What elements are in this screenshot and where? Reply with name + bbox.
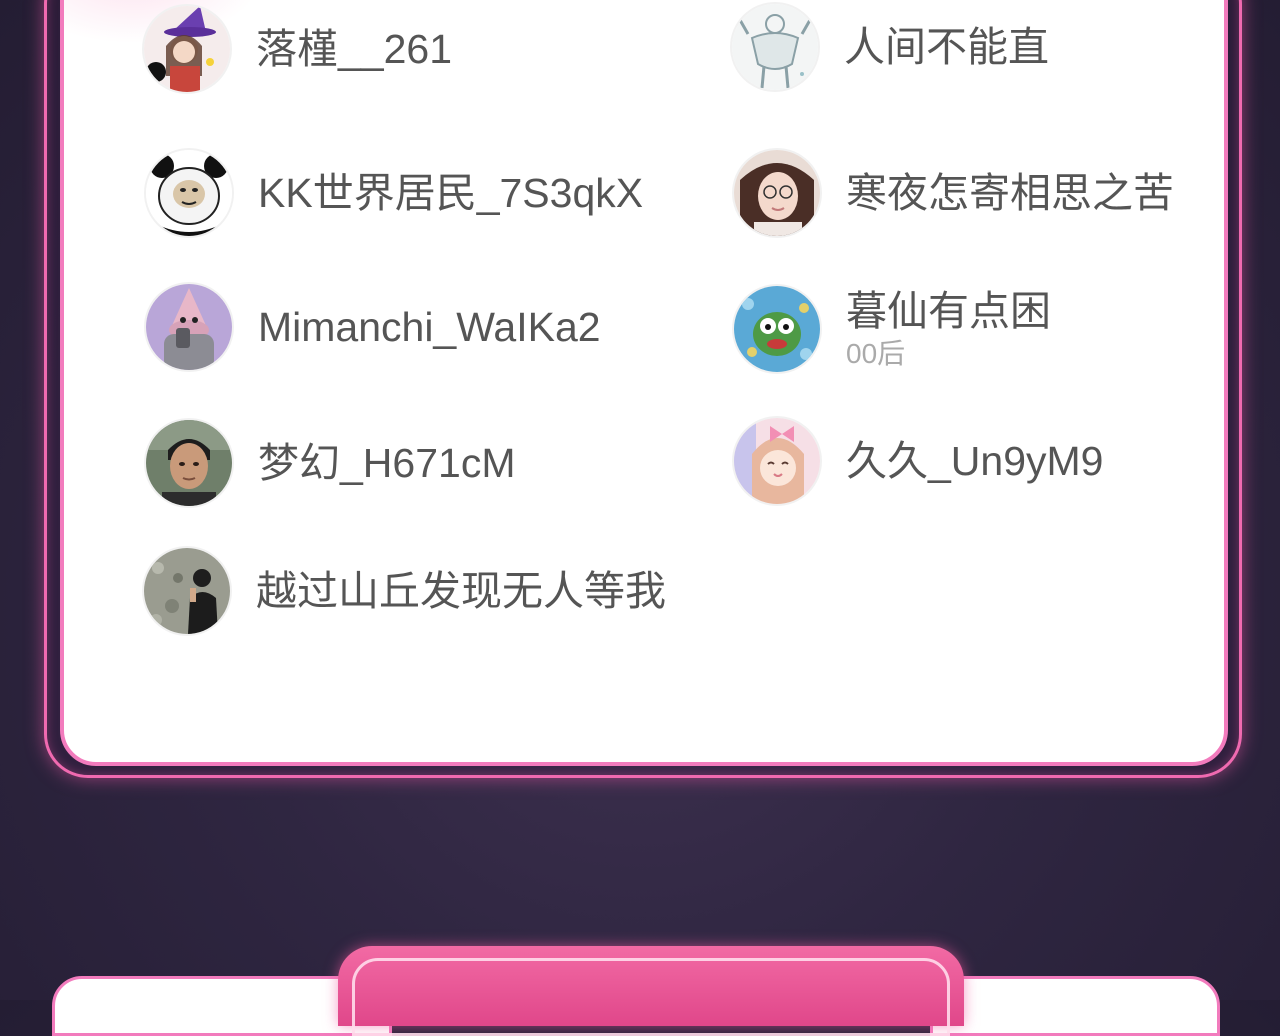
rocks-person-avatar-icon: [144, 548, 230, 634]
member-name: 落槿__261: [256, 26, 453, 72]
member-name: 久久_Un9yM9: [846, 438, 1104, 484]
member-item[interactable]: Mimanchi_WaIKa2: [146, 284, 601, 370]
member-item[interactable]: 梦幻_H671cM: [146, 420, 515, 506]
member-item[interactable]: 落槿__261: [144, 6, 452, 92]
member-age-tag: 00后: [846, 338, 906, 369]
section-title-tab: [338, 946, 964, 1036]
purple-cartoon-avatar-icon: [146, 284, 232, 370]
member-name: 越过山丘发现无人等我: [256, 568, 666, 614]
member-item[interactable]: 寒夜怎寄相思之苦: [734, 150, 1174, 236]
girl-glasses-avatar-icon: [734, 150, 820, 236]
bottom-panel-right: [930, 976, 1220, 1036]
anime-girl-avatar-icon: [734, 418, 820, 504]
member-item[interactable]: 越过山丘发现无人等我: [144, 548, 666, 634]
member-item[interactable]: 久久_Un9yM9: [734, 418, 1103, 504]
muscle-sketch-avatar-icon: [732, 4, 818, 90]
member-name: 梦幻_H671cM: [258, 440, 516, 486]
green-frog-avatar-icon: [734, 286, 820, 372]
man-portrait-avatar-icon: [146, 420, 232, 506]
member-name: KK世界居民_7S3qkX: [258, 170, 644, 216]
panda-meme-avatar-icon: [146, 150, 232, 236]
section-title-tab-border: [352, 958, 950, 1036]
member-item[interactable]: 人间不能直: [732, 4, 1049, 90]
member-card: [60, 0, 1228, 766]
member-name: 人间不能直: [844, 24, 1049, 70]
member-item[interactable]: KK世界居民_7S3qkX: [146, 150, 643, 236]
member-name: Mimanchi_WaIKa2: [258, 304, 601, 350]
member-name: 寒夜怎寄相思之苦: [846, 170, 1174, 216]
witch-couple-avatar-icon: [144, 6, 230, 92]
member-name: 暮仙有点困: [846, 288, 1051, 334]
member-item[interactable]: 暮仙有点困 00后: [734, 286, 1051, 372]
